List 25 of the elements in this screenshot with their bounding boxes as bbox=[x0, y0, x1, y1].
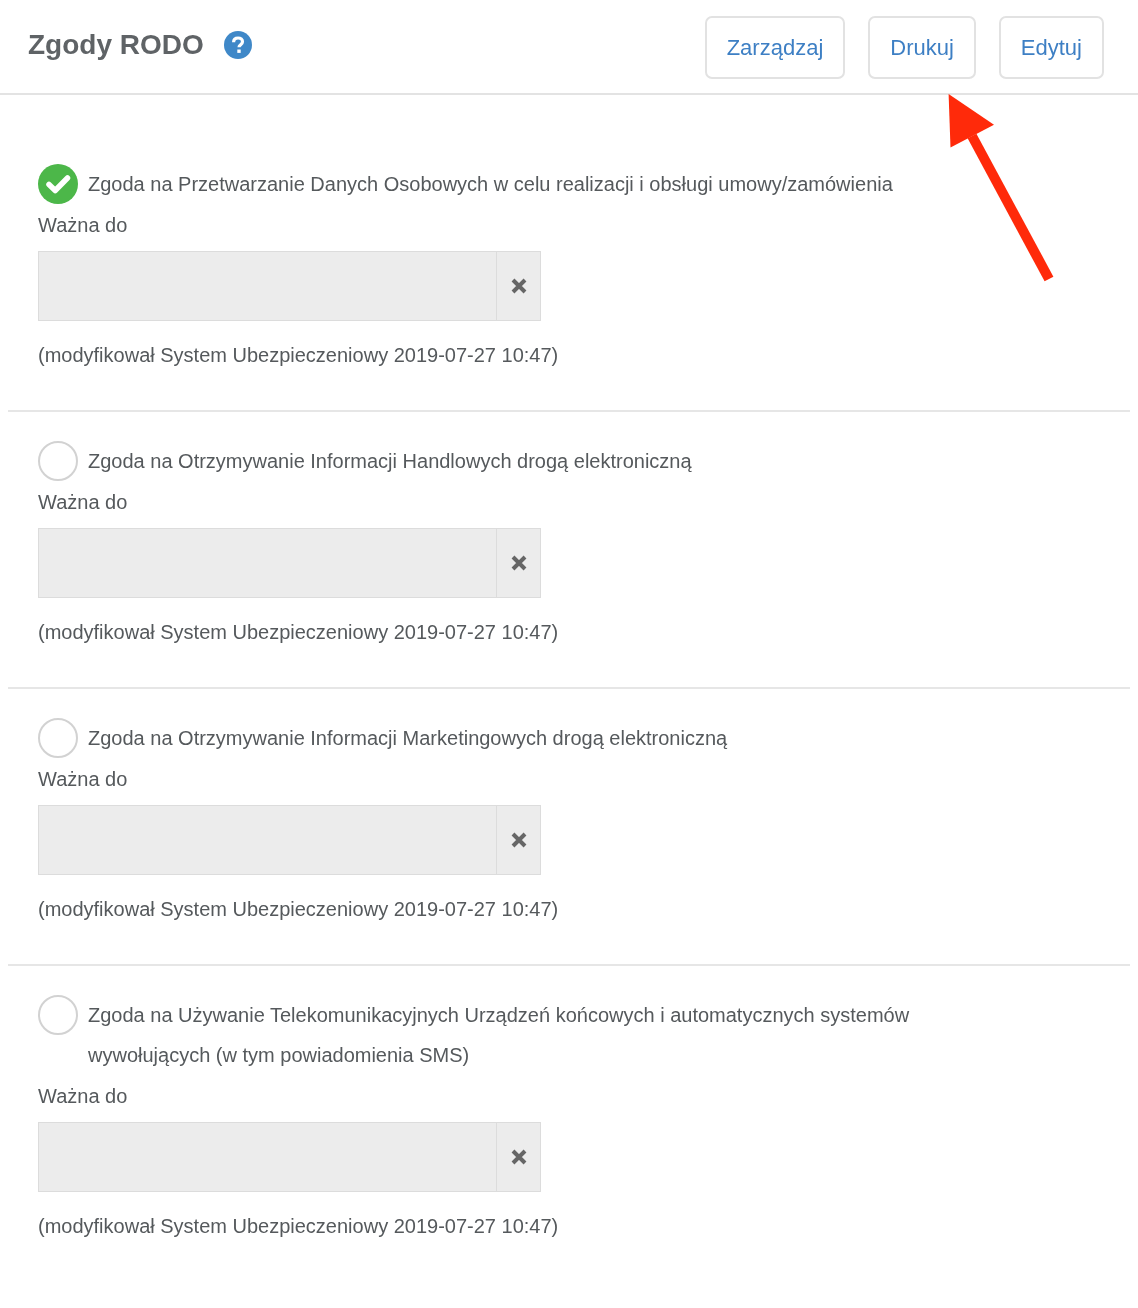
modified-note: (modyfikował System Ubezpieczeniowy 2019-07-27 10:47) bbox=[38, 620, 559, 645]
header-button[interactable]: Zarządzaj bbox=[704, 16, 846, 79]
close-icon bbox=[510, 278, 527, 294]
page-title: Zgody RODO bbox=[28, 28, 204, 62]
modified-note: (modyfikował System Ubezpieczeniowy 2019-07-27 10:47) bbox=[38, 343, 559, 368]
close-icon bbox=[510, 555, 527, 571]
modified-note: (modyfikował System Ubezpieczeniowy 2019-07-27 10:47) bbox=[38, 1214, 559, 1239]
modified-note: (modyfikował System Ubezpieczeniowy 2019-07-27 10:47) bbox=[38, 897, 559, 922]
consent-title: Zgoda na Otrzymywanie Informacji Marketingowych drogą elektroniczną bbox=[88, 726, 728, 751]
field-label: Ważna do bbox=[38, 767, 128, 792]
header-button[interactable]: Drukuj bbox=[868, 16, 976, 79]
field-label: Ważna do bbox=[38, 490, 128, 515]
field-label: Ważna do bbox=[38, 1084, 128, 1109]
help-icon[interactable] bbox=[223, 31, 252, 59]
close-icon bbox=[510, 832, 527, 848]
consent-title: Zgoda na Otrzymywanie Informacji Handlowych drogą elektroniczną bbox=[88, 449, 692, 474]
header-button[interactable]: Edytuj bbox=[998, 16, 1104, 79]
close-icon bbox=[510, 1149, 527, 1165]
clear-button[interactable] bbox=[496, 805, 541, 875]
consent-title: Zgoda na Przetwarzanie Danych Osobowych w celu realizacji i obsługi umowy/zamówienia bbox=[88, 172, 893, 197]
consent-title: Zgoda na Używanie Telekomunikacyjnych Urządzeń końcowych i automatycznych systemów wywołujących (w tym powiadomienia SMS) bbox=[88, 1003, 911, 1068]
clear-button[interactable] bbox=[496, 528, 541, 598]
clear-button[interactable] bbox=[496, 251, 541, 321]
field-label: Ważna do bbox=[38, 213, 128, 238]
clear-button[interactable] bbox=[496, 1122, 541, 1192]
